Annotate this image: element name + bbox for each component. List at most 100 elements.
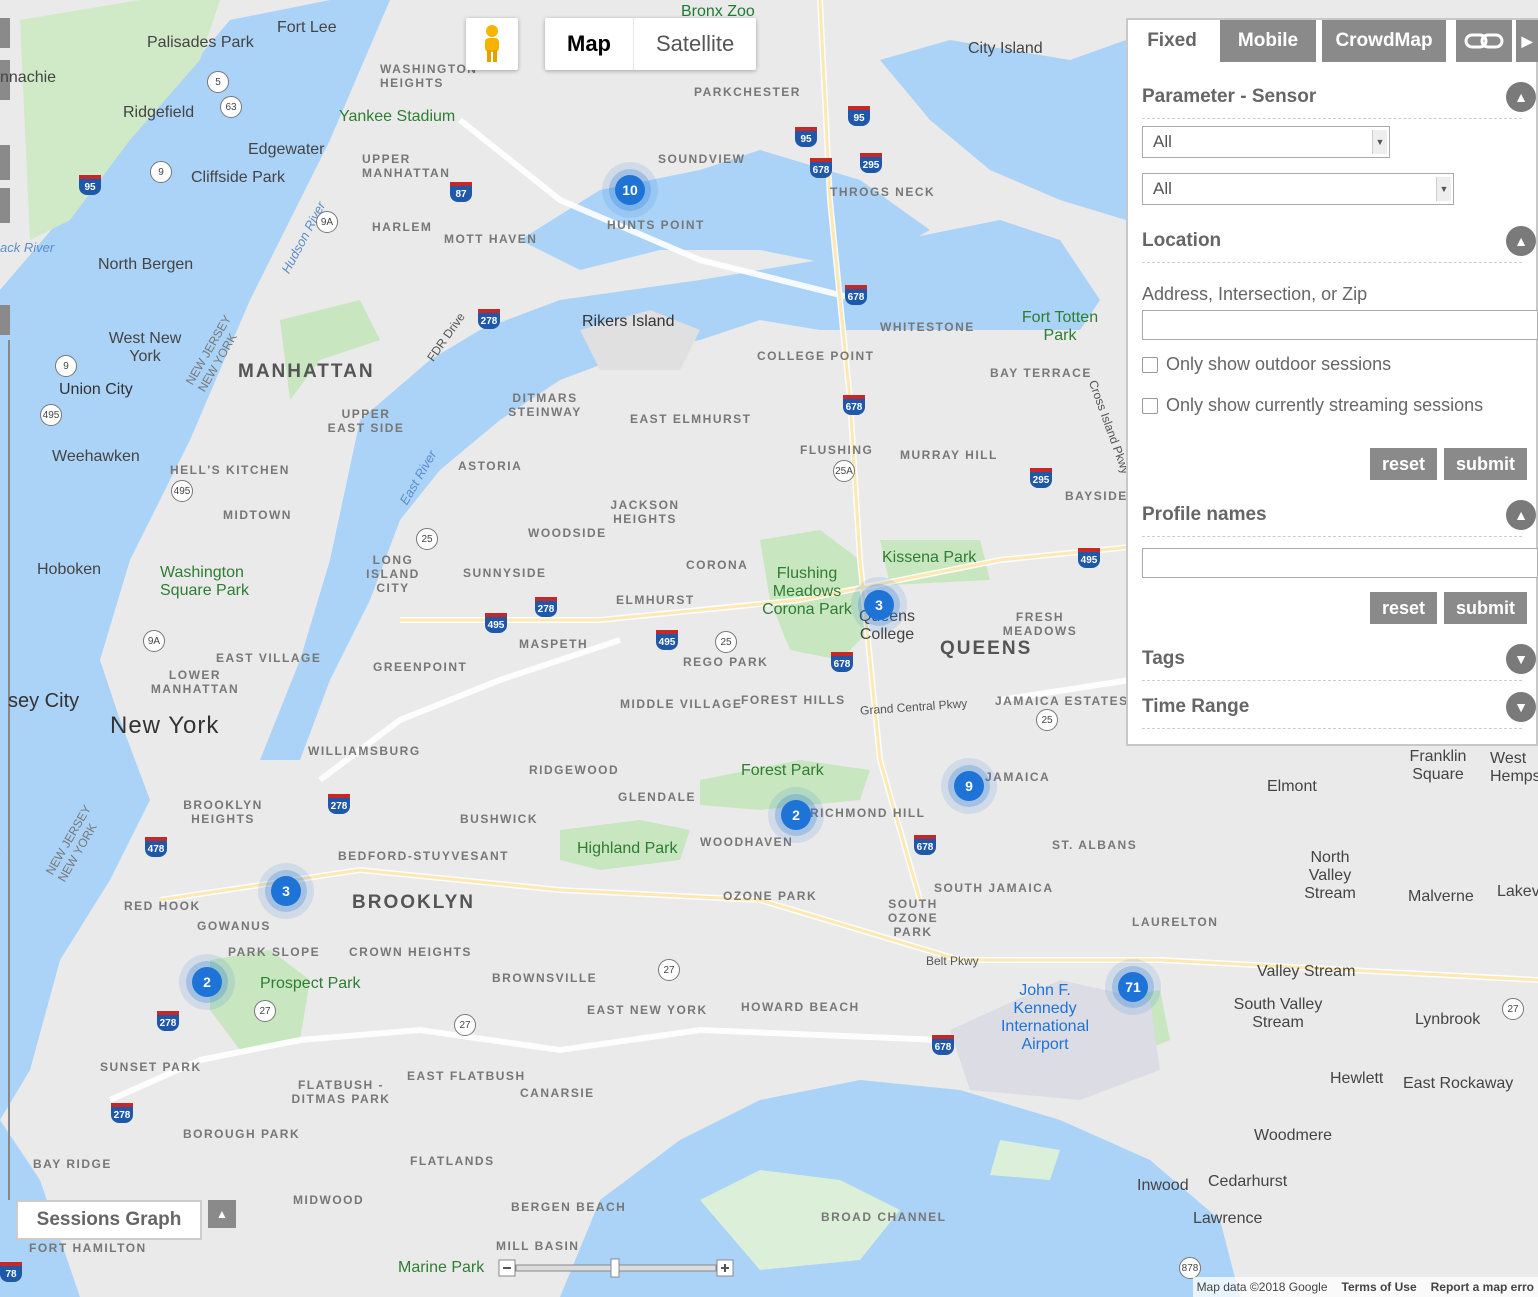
collapse-up-icon[interactable]: ▲	[1506, 226, 1536, 256]
map-attribution: Map data ©2018 Google Terms of Use Repor…	[1192, 1277, 1538, 1297]
session-type-tabs: Fixed Mobile CrowdMap ▶	[1128, 20, 1538, 64]
section-parameter-sensor[interactable]: Parameter - Sensor ▲	[1142, 76, 1536, 119]
map-label: Weehawken	[52, 448, 140, 465]
left-edge-control[interactable]	[0, 188, 10, 223]
sensor-select-value: All	[1153, 179, 1172, 198]
map-label: New York	[110, 712, 220, 739]
location-input[interactable]	[1142, 310, 1538, 340]
map-label: HOWARD BEACH	[741, 1000, 860, 1014]
interstate-shield: 278	[328, 794, 350, 814]
map-label: BAY TERRACE	[990, 366, 1092, 380]
map-label: BUSHWICK	[460, 812, 538, 826]
map-label: FRESH MEADOWS	[1002, 610, 1078, 638]
map-label: Edgewater	[248, 141, 325, 158]
map-label: ASTORIA	[458, 459, 523, 473]
section-title: Parameter - Sensor	[1142, 86, 1317, 107]
parameter-select-value: All	[1153, 132, 1172, 151]
profile-reset-button[interactable]: reset	[1370, 592, 1438, 624]
checkbox-icon[interactable]	[1142, 356, 1158, 373]
map-label: BERGEN BEACH	[511, 1200, 627, 1214]
checkbox-label: Only show currently streaming sessions	[1166, 395, 1484, 415]
map-label: HUNTS POINT	[607, 218, 705, 232]
time-slider[interactable]	[498, 1258, 736, 1278]
streaming-checkbox[interactable]: Only show currently streaming sessions	[1142, 395, 1483, 416]
map-label: Fort Lee	[277, 19, 337, 36]
report-error-link[interactable]: Report a map erro	[1431, 1277, 1534, 1297]
map-label: JACKSON HEIGHTS	[610, 498, 680, 526]
map-label: FLATBUSH - DITMAS PARK	[291, 1078, 391, 1106]
map-label: Prospect Park	[260, 975, 361, 992]
map-label: BAY RIDGE	[33, 1157, 112, 1171]
map-type-map-button[interactable]: Map	[545, 18, 633, 70]
map-label: Cedarhurst	[1208, 1173, 1288, 1190]
checkbox-icon[interactable]	[1142, 397, 1158, 414]
street-view-pegman-icon[interactable]	[466, 18, 518, 70]
section-location[interactable]: Location ▲	[1142, 220, 1536, 263]
profile-names-input[interactable]	[1142, 548, 1538, 578]
session-cluster-marker[interactable]: 2	[781, 800, 811, 830]
map-label: Palisades Park	[147, 34, 254, 51]
route-marker: 495	[40, 404, 62, 426]
section-time-range[interactable]: Time Range ▼	[1142, 686, 1536, 729]
outdoor-checkbox[interactable]: Only show outdoor sessions	[1142, 354, 1391, 375]
location-submit-button[interactable]: submit	[1444, 448, 1528, 480]
tab-mobile[interactable]: Mobile	[1220, 20, 1316, 62]
collapse-up-icon[interactable]: ▲	[1506, 500, 1536, 530]
left-edge-control[interactable]	[0, 145, 10, 180]
permalink-button[interactable]	[1456, 20, 1512, 62]
parameter-select[interactable]: All ▼	[1142, 126, 1390, 158]
session-cluster-marker[interactable]: 3	[864, 590, 894, 620]
map-label: Marine Park	[398, 1259, 485, 1276]
sensor-select[interactable]: All ▼	[1142, 173, 1454, 205]
session-cluster-marker[interactable]: 2	[192, 967, 222, 997]
section-tags[interactable]: Tags ▼	[1142, 638, 1536, 681]
map-label: ELMHURST	[616, 593, 695, 607]
location-label: Address, Intersection, or Zip	[1142, 284, 1368, 304]
left-edge-control[interactable]	[0, 305, 10, 335]
collapse-up-icon[interactable]: ▲	[1506, 82, 1536, 112]
map-label: Rikers Island	[582, 313, 675, 330]
dropdown-arrow-icon: ▼	[1372, 130, 1387, 154]
sessions-graph-button[interactable]: Sessions Graph	[16, 1200, 202, 1240]
expand-down-icon[interactable]: ▼	[1506, 644, 1536, 674]
left-divider	[8, 340, 10, 1200]
map-label: City Island	[968, 40, 1043, 57]
map-type-control: Map Satellite	[545, 18, 757, 70]
left-edge-control[interactable]	[0, 18, 10, 48]
expand-up-icon[interactable]: ▲	[208, 1200, 236, 1228]
map-label: GLENDALE	[618, 790, 696, 804]
map-label: East Rockaway	[1403, 1075, 1514, 1092]
collapse-panel-arrow-icon[interactable]: ▶	[1516, 20, 1538, 62]
link-icon	[1464, 33, 1504, 49]
interstate-shield: 478	[145, 837, 167, 857]
map-label: GOWANUS	[197, 919, 271, 933]
terms-link[interactable]: Terms of Use	[1342, 1277, 1417, 1297]
map-label: LAURELTON	[1132, 915, 1219, 929]
tab-crowdmap[interactable]: CrowdMap	[1322, 20, 1446, 62]
section-profile-names[interactable]: Profile names ▲	[1142, 494, 1536, 537]
map-label: BROWNSVILLE	[492, 971, 598, 985]
map-label: EAST ELMHURST	[630, 412, 752, 426]
profile-submit-button[interactable]: submit	[1444, 592, 1528, 624]
map-label: RIDGEWOOD	[529, 763, 620, 777]
session-cluster-marker[interactable]: 9	[954, 771, 984, 801]
session-cluster-marker[interactable]: 71	[1118, 972, 1148, 1002]
map-label: MURRAY HILL	[900, 448, 998, 462]
route-marker: 25	[416, 528, 438, 550]
location-reset-button[interactable]: reset	[1370, 448, 1438, 480]
session-cluster-marker[interactable]: 3	[271, 876, 301, 906]
map-label: BOROUGH PARK	[183, 1127, 301, 1141]
map-type-satellite-button[interactable]: Satellite	[633, 18, 756, 70]
map-label: Hoboken	[37, 561, 102, 578]
tab-fixed[interactable]: Fixed	[1128, 20, 1216, 62]
route-marker: 63	[220, 96, 242, 118]
map-label: THROGS NECK	[830, 185, 936, 199]
time-slider-track	[498, 1258, 734, 1278]
map-label: SOUTH OZONE PARK	[887, 897, 939, 939]
session-cluster-marker[interactable]: 10	[615, 175, 645, 205]
route-marker: 27	[658, 959, 680, 981]
interstate-shield: 278	[478, 309, 500, 329]
map-label: FLUSHING	[800, 443, 874, 457]
map-data-text: Map data ©2018 Google	[1196, 1280, 1328, 1294]
expand-down-icon[interactable]: ▼	[1506, 692, 1536, 722]
